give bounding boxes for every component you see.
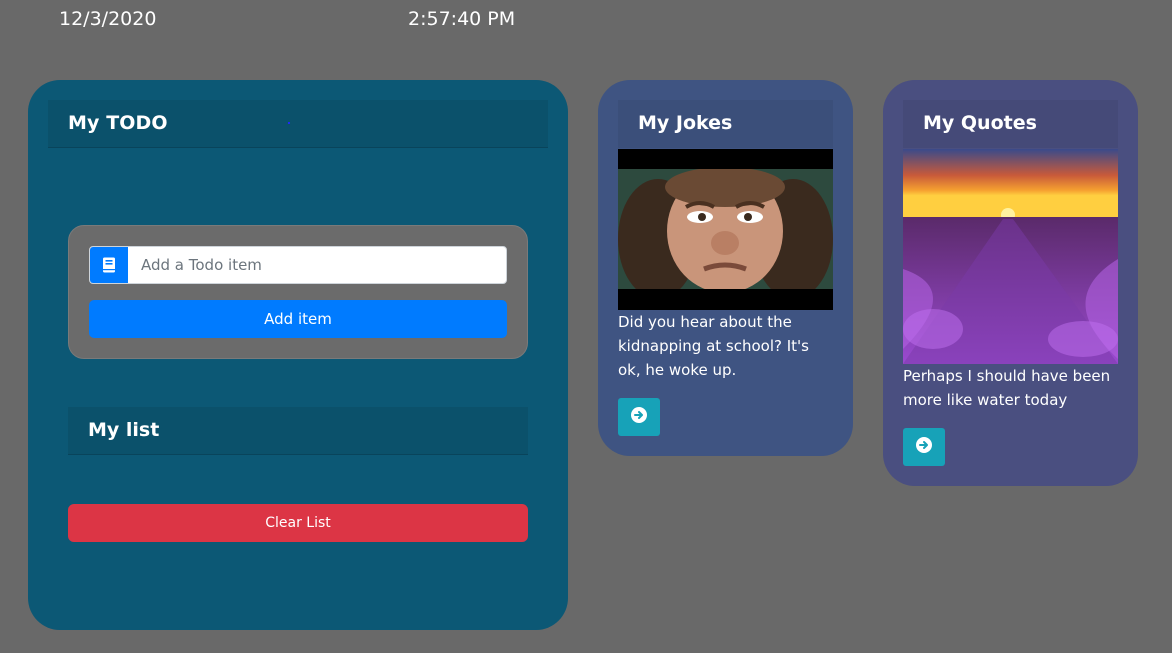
clear-list-button[interactable]: Clear List [68,504,528,542]
next-joke-button[interactable] [618,398,660,436]
quotes-title: My Quotes [923,112,1037,134]
jokes-header: My Jokes [618,100,833,148]
todo-card-header: My TODO [48,100,548,148]
quotes-header: My Quotes [903,100,1118,148]
book-icon [90,247,128,283]
quotes-image [903,149,1118,364]
list-title: My list [88,419,160,441]
quote-text: Perhaps I should have been more like wat… [903,367,1111,409]
current-date: 12/3/2020 [59,8,157,30]
quotes-card: My Quotes Perhaps I should have been mor… [883,80,1138,486]
todo-input-group [89,246,507,284]
todo-title: My TODO [68,112,168,134]
todo-form: Add item [68,225,528,359]
todo-input[interactable] [130,247,500,283]
top-bar: 12/3/2020 2:57:40 PM [0,8,600,32]
current-time: 2:57:40 PM [408,8,516,30]
jokes-image [618,149,833,310]
next-quote-button[interactable] [903,428,945,466]
jokes-card: My Jokes Did you hear about the kidnappi… [598,80,853,456]
header-dot [288,122,290,124]
add-item-button[interactable]: Add item [89,300,507,338]
jokes-title: My Jokes [638,112,733,134]
joke-text: Did you hear about the kidnapping at sch… [618,313,809,379]
list-header: My list [68,407,528,455]
arrow-circle-right-icon [631,407,647,427]
arrow-circle-right-icon [916,437,932,457]
todo-card: My TODO Add item My list Clear List [28,80,568,630]
